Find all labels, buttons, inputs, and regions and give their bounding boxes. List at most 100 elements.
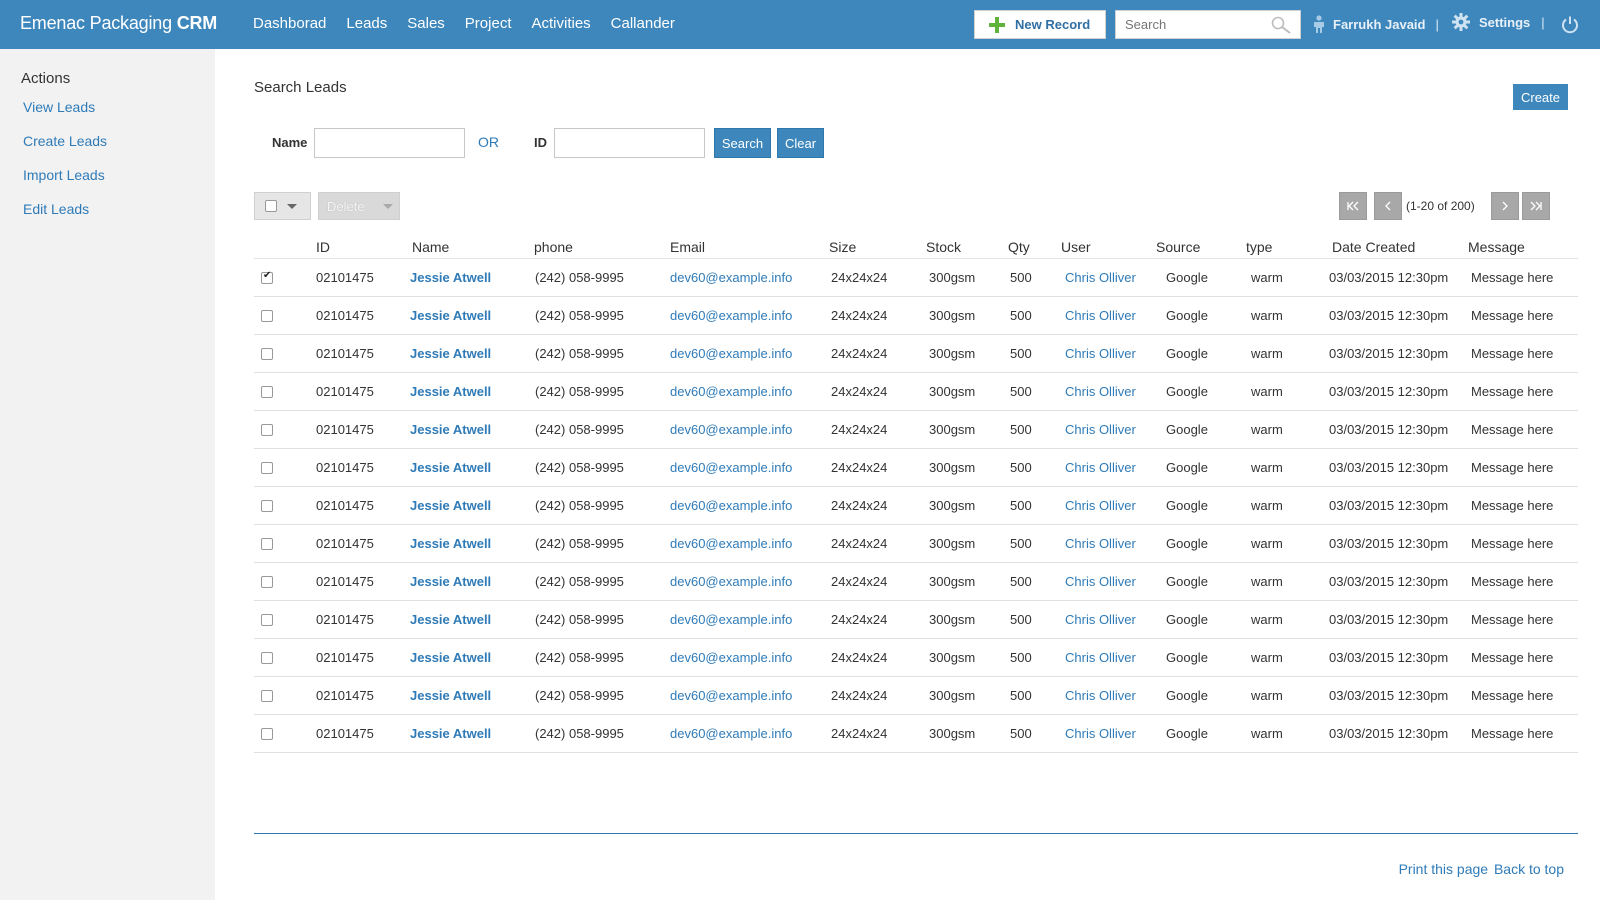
lead-email-link[interactable]: dev60@example.info bbox=[670, 422, 792, 437]
lead-user-link[interactable]: Chris Olliver bbox=[1065, 308, 1136, 323]
column-header[interactable]: Stock bbox=[926, 239, 961, 255]
table-row[interactable]: 02101475 Jessie Atwell (242) 058-9995 dev60… bbox=[254, 715, 1578, 753]
lead-user-link[interactable]: Chris Olliver bbox=[1065, 422, 1136, 437]
lead-user-link[interactable]: Chris Olliver bbox=[1065, 574, 1136, 589]
column-header[interactable]: phone bbox=[534, 239, 573, 255]
select-all-checkbox[interactable] bbox=[265, 200, 277, 212]
table-row[interactable]: 02101475 Jessie Atwell (242) 058-9995 dev60… bbox=[254, 525, 1578, 563]
lead-name-link[interactable]: Jessie Atwell bbox=[410, 688, 491, 703]
lead-name-link[interactable]: Jessie Atwell bbox=[410, 650, 491, 665]
column-header[interactable]: Message bbox=[1468, 239, 1525, 255]
lead-name-link[interactable]: Jessie Atwell bbox=[410, 308, 491, 323]
lead-user-link[interactable]: Chris Olliver bbox=[1065, 612, 1136, 627]
lead-email-link[interactable]: dev60@example.info bbox=[670, 498, 792, 513]
lead-email-link[interactable]: dev60@example.info bbox=[670, 270, 792, 285]
nav-project[interactable]: Project bbox=[465, 15, 512, 32]
nav-calendar[interactable]: Callander bbox=[611, 15, 675, 32]
sidebar-item-view-leads[interactable]: View Leads bbox=[23, 99, 95, 115]
lead-user-link[interactable]: Chris Olliver bbox=[1065, 688, 1136, 703]
row-checkbox[interactable] bbox=[261, 348, 273, 360]
lead-email-link[interactable]: dev60@example.info bbox=[670, 346, 792, 361]
column-header[interactable]: Email bbox=[670, 239, 705, 255]
lead-name-link[interactable]: Jessie Atwell bbox=[410, 270, 491, 285]
table-row[interactable]: 02101475 Jessie Atwell (242) 058-9995 dev60… bbox=[254, 563, 1578, 601]
lead-email-link[interactable]: dev60@example.info bbox=[670, 536, 792, 551]
column-header[interactable]: ID bbox=[316, 239, 330, 255]
name-input[interactable] bbox=[314, 128, 465, 158]
prev-page-icon[interactable] bbox=[1374, 192, 1402, 220]
table-row[interactable]: 02101475 Jessie Atwell (242) 058-9995 dev60… bbox=[254, 373, 1578, 411]
table-row[interactable]: 02101475 Jessie Atwell (242) 058-9995 dev60… bbox=[254, 297, 1578, 335]
sidebar-item-create-leads[interactable]: Create Leads bbox=[23, 133, 107, 149]
lead-name-link[interactable]: Jessie Atwell bbox=[410, 460, 491, 475]
magnifier-icon[interactable] bbox=[1270, 16, 1292, 34]
column-header[interactable]: Size bbox=[829, 239, 856, 255]
lead-user-link[interactable]: Chris Olliver bbox=[1065, 650, 1136, 665]
column-header[interactable]: User bbox=[1061, 239, 1091, 255]
lead-name-link[interactable]: Jessie Atwell bbox=[410, 346, 491, 361]
table-row[interactable]: 02101475 Jessie Atwell (242) 058-9995 dev60… bbox=[254, 335, 1578, 373]
lead-user-link[interactable]: Chris Olliver bbox=[1065, 536, 1136, 551]
create-button[interactable]: Create bbox=[1513, 84, 1568, 110]
last-page-icon[interactable] bbox=[1522, 192, 1550, 220]
lead-user-link[interactable]: Chris Olliver bbox=[1065, 270, 1136, 285]
lead-user-link[interactable]: Chris Olliver bbox=[1065, 384, 1136, 399]
lead-name-link[interactable]: Jessie Atwell bbox=[410, 574, 491, 589]
bulk-select-dropdown[interactable] bbox=[254, 192, 311, 220]
lead-email-link[interactable]: dev60@example.info bbox=[670, 612, 792, 627]
column-header[interactable]: Source bbox=[1156, 239, 1200, 255]
column-header[interactable]: Name bbox=[412, 239, 449, 255]
first-page-icon[interactable] bbox=[1339, 192, 1367, 220]
lead-name-link[interactable]: Jessie Atwell bbox=[410, 726, 491, 741]
row-checkbox[interactable] bbox=[261, 652, 273, 664]
row-checkbox[interactable] bbox=[261, 310, 273, 322]
lead-email-link[interactable]: dev60@example.info bbox=[670, 308, 792, 323]
lead-email-link[interactable]: dev60@example.info bbox=[670, 574, 792, 589]
row-checkbox[interactable] bbox=[261, 576, 273, 588]
lead-email-link[interactable]: dev60@example.info bbox=[670, 688, 792, 703]
lead-email-link[interactable]: dev60@example.info bbox=[670, 650, 792, 665]
column-header[interactable]: type bbox=[1246, 239, 1272, 255]
row-checkbox[interactable] bbox=[261, 690, 273, 702]
table-row[interactable]: 02101475 Jessie Atwell (242) 058-9995 dev60… bbox=[254, 259, 1578, 297]
row-checkbox[interactable] bbox=[261, 462, 273, 474]
lead-user-link[interactable]: Chris Olliver bbox=[1065, 346, 1136, 361]
row-checkbox[interactable] bbox=[261, 270, 273, 284]
sidebar-item-import-leads[interactable]: Import Leads bbox=[23, 167, 105, 183]
nav-activities[interactable]: Activities bbox=[531, 15, 590, 32]
app-brand[interactable]: Emenac Packaging CRM bbox=[20, 13, 217, 34]
print-page-link[interactable]: Print this page bbox=[1399, 861, 1489, 877]
row-checkbox[interactable] bbox=[261, 728, 273, 740]
row-checkbox[interactable] bbox=[261, 424, 273, 436]
column-header[interactable]: Qty bbox=[1008, 239, 1030, 255]
lead-email-link[interactable]: dev60@example.info bbox=[670, 460, 792, 475]
table-row[interactable]: 02101475 Jessie Atwell (242) 058-9995 dev60… bbox=[254, 601, 1578, 639]
column-header[interactable]: Date Created bbox=[1332, 239, 1415, 255]
table-row[interactable]: 02101475 Jessie Atwell (242) 058-9995 dev60… bbox=[254, 411, 1578, 449]
row-checkbox[interactable] bbox=[261, 500, 273, 512]
nav-sales[interactable]: Sales bbox=[407, 15, 445, 32]
clear-button[interactable]: Clear bbox=[777, 128, 824, 158]
row-checkbox[interactable] bbox=[261, 386, 273, 398]
delete-button[interactable]: Delete bbox=[318, 192, 400, 220]
next-page-icon[interactable] bbox=[1491, 192, 1519, 220]
row-checkbox[interactable] bbox=[261, 614, 273, 626]
lead-user-link[interactable]: Chris Olliver bbox=[1065, 460, 1136, 475]
sidebar-item-edit-leads[interactable]: Edit Leads bbox=[23, 201, 89, 217]
nav-leads[interactable]: Leads bbox=[346, 15, 387, 32]
search-input[interactable] bbox=[1116, 11, 1266, 38]
row-checkbox[interactable] bbox=[261, 538, 273, 550]
search-button[interactable]: Search bbox=[714, 128, 771, 158]
table-row[interactable]: 02101475 Jessie Atwell (242) 058-9995 dev60… bbox=[254, 487, 1578, 525]
lead-email-link[interactable]: dev60@example.info bbox=[670, 726, 792, 741]
lead-name-link[interactable]: Jessie Atwell bbox=[410, 612, 491, 627]
back-to-top-link[interactable]: Back to top bbox=[1494, 861, 1564, 877]
power-icon[interactable] bbox=[1560, 15, 1580, 35]
lead-name-link[interactable]: Jessie Atwell bbox=[410, 536, 491, 551]
new-record-button[interactable]: New Record bbox=[974, 10, 1106, 39]
table-row[interactable]: 02101475 Jessie Atwell (242) 058-9995 dev60… bbox=[254, 677, 1578, 715]
table-row[interactable]: 02101475 Jessie Atwell (242) 058-9995 dev60… bbox=[254, 639, 1578, 677]
user-menu[interactable]: Farrukh Javaid | bbox=[1313, 15, 1439, 33]
lead-user-link[interactable]: Chris Olliver bbox=[1065, 498, 1136, 513]
nav-dashboard[interactable]: Dashborad bbox=[253, 15, 326, 32]
